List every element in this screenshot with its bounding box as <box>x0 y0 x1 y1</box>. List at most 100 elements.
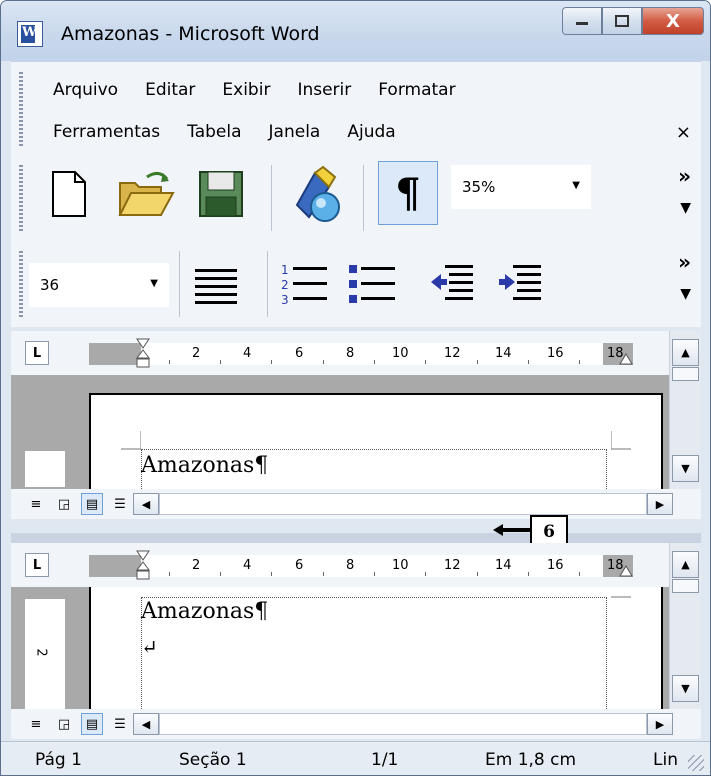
chevron-down-icon: ▼ <box>150 278 158 289</box>
menu-editar[interactable]: Editar <box>145 80 195 100</box>
toolbar-options-dropdown[interactable]: ▼ <box>680 197 691 219</box>
font-size-dropdown[interactable]: 36 ▼ <box>29 263 169 307</box>
scroll-thumb[interactable] <box>672 579 699 593</box>
first-line-indent-marker[interactable] <box>136 550 150 580</box>
close-document-button[interactable]: × <box>676 122 691 143</box>
maximize-button[interactable] <box>602 7 642 35</box>
menu-ferramentas[interactable]: Ferramentas <box>53 122 160 142</box>
scroll-left-button[interactable]: ◀ <box>133 493 159 515</box>
menu-janela[interactable]: Janela <box>269 122 321 142</box>
formatting-toolbar: 36 ▼ 1 2 3 » ▼ <box>11 241 701 327</box>
web-view-button[interactable]: ◲ <box>53 493 75 515</box>
new-document-icon[interactable] <box>49 169 89 219</box>
ruler-bar[interactable]: 2 4 6 8 10 12 14 16 18 <box>89 343 633 365</box>
normal-view-button[interactable]: ≡ <box>25 713 47 735</box>
scroll-thumb[interactable] <box>672 367 699 381</box>
toolbar-grip[interactable] <box>19 251 23 317</box>
web-view-button[interactable]: ◲ <box>53 713 75 735</box>
print-layout-button[interactable]: ▤ <box>81 493 103 515</box>
scroll-down-button[interactable]: ▼ <box>672 675 699 702</box>
print-layout-button[interactable]: ▤ <box>81 713 103 735</box>
ruler-number: 12 <box>444 558 461 573</box>
menu-tabela[interactable]: Tabela <box>187 122 241 142</box>
drawing-tools-icon[interactable] <box>289 165 345 225</box>
vertical-scrollbar[interactable]: ▲ ▼ <box>669 543 701 709</box>
ruler-tick <box>169 572 170 576</box>
toolbar-separator <box>363 165 364 231</box>
close-button[interactable]: X <box>642 7 704 35</box>
ruler-bar[interactable]: 2 4 6 8 10 12 14 16 18 <box>89 555 633 577</box>
vertical-ruler-white <box>25 451 65 487</box>
ruler-tick <box>425 572 426 576</box>
toolbar-overflow-chevron[interactable]: » <box>678 165 691 187</box>
toolbar-overflow-chevron[interactable]: » <box>678 251 691 273</box>
scroll-right-button[interactable]: ▶ <box>647 493 673 515</box>
horizontal-scroll-track[interactable] <box>159 493 647 515</box>
scroll-down-button[interactable]: ▼ <box>672 455 699 482</box>
line-break-mark: ↵ <box>141 635 158 659</box>
save-floppy-icon[interactable] <box>197 169 245 219</box>
show-hide-formatting-button[interactable]: ¶ <box>378 161 438 225</box>
document-text-line[interactable]: Amazonas¶ <box>141 599 268 624</box>
minimize-button[interactable] <box>562 7 602 35</box>
menu-exibir[interactable]: Exibir <box>222 80 270 100</box>
ruler-tick <box>528 572 529 576</box>
menu-inserir[interactable]: Inserir <box>297 80 351 100</box>
horizontal-ruler: L 2 4 6 8 10 12 14 16 18 <box>11 543 701 587</box>
menu-formatar[interactable]: Formatar <box>378 80 455 100</box>
toolbar-options-dropdown[interactable]: ▼ <box>680 283 691 305</box>
ruler-left-margin <box>89 555 141 577</box>
scroll-right-button[interactable]: ▶ <box>647 713 673 735</box>
ruler-number: 4 <box>243 346 252 361</box>
vertical-ruler[interactable]: 2 <box>25 587 65 709</box>
minimize-icon <box>576 22 588 25</box>
outline-view-button[interactable]: ☰ <box>109 713 131 735</box>
right-indent-marker[interactable] <box>619 565 633 577</box>
tab-selector-button[interactable]: L <box>25 553 49 577</box>
menu-arquivo[interactable]: Arquivo <box>53 80 118 100</box>
margin-corner-mark <box>121 431 141 450</box>
outline-view-button[interactable]: ☰ <box>109 493 131 515</box>
document-text-line[interactable]: Amazonas¶ <box>141 453 268 478</box>
justify-align-icon[interactable] <box>193 265 239 305</box>
status-bar: Pág 1 Seção 1 1/1 Em 1,8 cm Lin <box>1 741 710 775</box>
pane-splitter[interactable] <box>11 533 701 543</box>
scroll-up-button[interactable]: ▲ <box>672 339 699 366</box>
maximize-icon <box>615 15 629 27</box>
word-window: W Amazonas - Microsoft Word X Arquivo Ed… <box>0 0 711 776</box>
document-page[interactable]: Amazonas¶ ↵ <box>89 587 663 717</box>
zoom-dropdown[interactable]: 35% ▼ <box>451 165 591 209</box>
word-app-icon[interactable]: W <box>17 21 43 47</box>
ruler-tick <box>579 360 580 364</box>
scroll-left-button[interactable]: ◀ <box>133 713 159 735</box>
increase-indent-icon[interactable] <box>497 261 547 309</box>
open-folder-icon[interactable] <box>117 169 175 219</box>
vertical-scrollbar[interactable]: ▲ ▼ <box>669 331 701 489</box>
tab-selector-button[interactable]: L <box>25 341 49 365</box>
toolbar-grip[interactable] <box>19 165 23 231</box>
resize-grip-icon[interactable] <box>688 755 704 771</box>
status-position: Em 1,8 cm <box>485 750 577 770</box>
horizontal-scroll-track[interactable] <box>159 713 647 735</box>
bulleted-list-icon[interactable] <box>347 261 397 309</box>
status-section: Seção 1 <box>179 750 247 770</box>
scroll-up-button[interactable]: ▲ <box>672 551 699 578</box>
ruler-tick <box>374 572 375 576</box>
arrow-left-icon <box>493 524 531 536</box>
vertical-ruler-gray <box>25 587 65 599</box>
status-line: Lin <box>653 750 678 770</box>
decrease-indent-icon[interactable] <box>429 261 479 309</box>
normal-view-button[interactable]: ≡ <box>25 493 47 515</box>
menu-grip[interactable] <box>19 72 23 148</box>
toolbar-separator <box>267 251 268 317</box>
right-indent-marker[interactable] <box>619 353 633 365</box>
menu-ajuda[interactable]: Ajuda <box>347 122 395 142</box>
ruler-tick <box>323 360 324 364</box>
margin-corner-mark <box>611 596 631 598</box>
chevron-down-icon: ▼ <box>572 180 580 191</box>
numbered-list-icon[interactable]: 1 2 3 <box>279 261 329 309</box>
first-line-indent-marker[interactable] <box>136 338 150 368</box>
vertical-ruler[interactable] <box>25 397 65 487</box>
ruler-tick <box>528 360 529 364</box>
ruler-tick <box>323 572 324 576</box>
